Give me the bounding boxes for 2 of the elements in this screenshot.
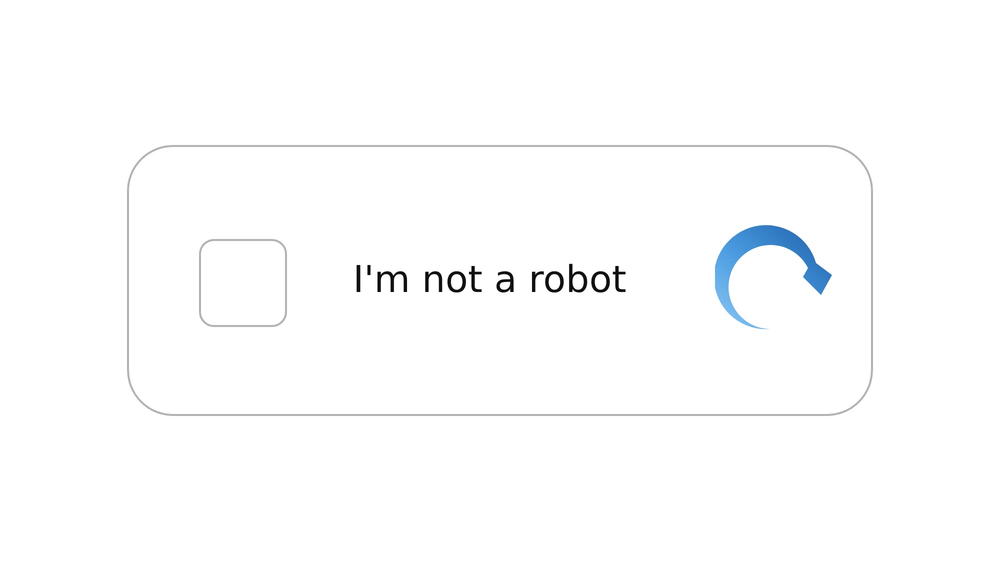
checkbox[interactable] xyxy=(199,238,287,326)
checkbox-label: I'm not a robot xyxy=(353,258,628,300)
